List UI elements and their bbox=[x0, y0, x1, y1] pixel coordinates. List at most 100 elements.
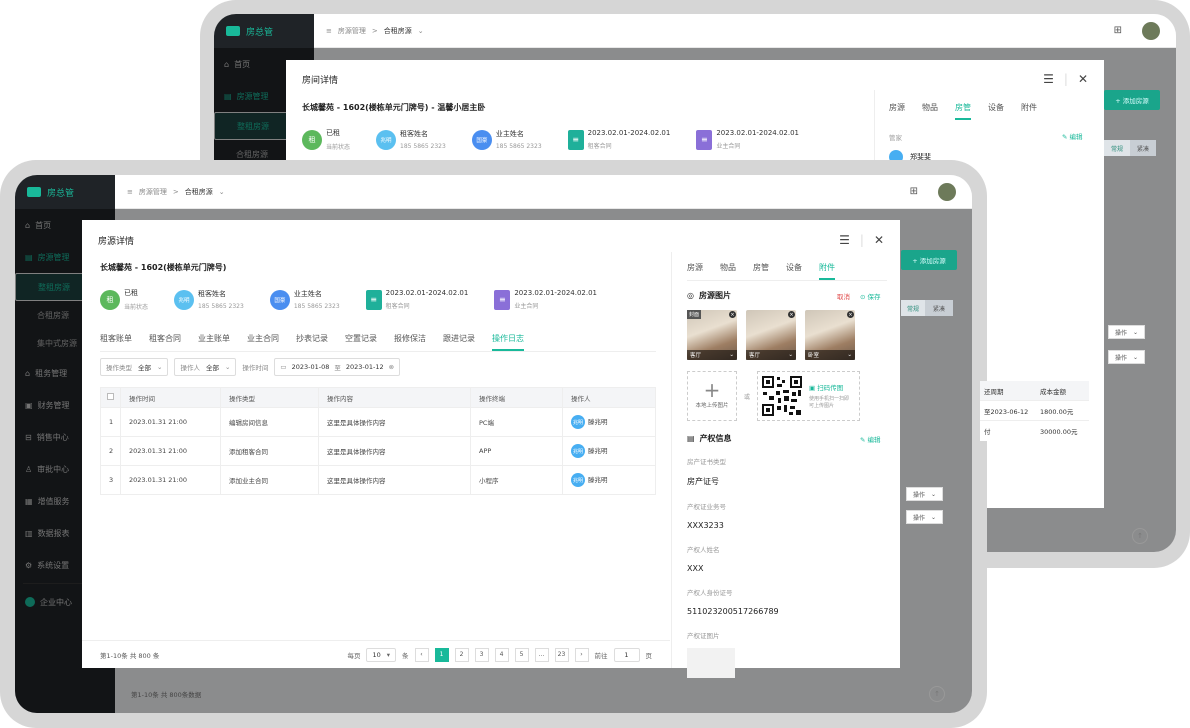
tab-devices[interactable]: 设备 bbox=[786, 262, 802, 280]
cell-time: 2023.01.31 21:00 bbox=[120, 436, 221, 466]
cell-type: 添加业主合同 bbox=[220, 465, 319, 495]
page-ellipsis[interactable]: ... bbox=[534, 647, 549, 662]
owner-contract-date: 2023.02.01-2024.02.01 bbox=[716, 129, 800, 137]
close-icon[interactable]: ✕ bbox=[874, 233, 884, 247]
page-button[interactable]: 1 bbox=[434, 647, 449, 662]
close-icon[interactable]: ✕ bbox=[1078, 72, 1088, 86]
tab-devices[interactable]: 设备 bbox=[988, 102, 1004, 120]
cell-terminal: APP bbox=[470, 436, 563, 466]
table-row[interactable]: 2 2023.01.31 21:00 添加租客合同 这里是具体操作内容 APP … bbox=[100, 436, 656, 466]
goto-page-input[interactable]: 1 bbox=[613, 647, 640, 662]
table-row[interactable]: 1 2023.01.31 21:00 编辑房间信息 这里是具体操作内容 PC端 … bbox=[100, 407, 656, 437]
breadcrumb-current[interactable]: 合租房源 bbox=[185, 187, 213, 197]
tab-followup[interactable]: 跟进记录 bbox=[443, 333, 475, 351]
page-button[interactable]: 4 bbox=[494, 647, 509, 662]
op-select[interactable]: 操作 ⌄ bbox=[906, 510, 944, 524]
cell-time: 2023.01.31 21:00 bbox=[120, 407, 221, 437]
tab-manager[interactable]: 房管 bbox=[955, 102, 971, 120]
room-photo[interactable]: 封面 × 客厅 ⌄ bbox=[687, 310, 737, 360]
tab-manager[interactable]: 房管 bbox=[753, 262, 769, 280]
table-row[interactable]: 3 2023.01.31 21:00 添加业主合同 这里是具体操作内容 小程序 … bbox=[100, 465, 656, 495]
tab-attachments[interactable]: 附件 bbox=[1021, 102, 1037, 120]
cell-operator: 兆明 滕兆明 bbox=[562, 436, 656, 466]
col-type: 操作类型 bbox=[220, 387, 319, 408]
back-chip-normal[interactable]: 常规 bbox=[1104, 140, 1130, 156]
manager-label: 管家 bbox=[889, 134, 902, 142]
status-label: 当前状态 bbox=[124, 304, 149, 311]
user-avatar[interactable] bbox=[938, 182, 956, 201]
back-chip-compact[interactable]: 紧凑 bbox=[1130, 140, 1156, 156]
op-type-select[interactable]: 操作类型 全部 ⌄ bbox=[100, 358, 169, 376]
page-button[interactable]: 2 bbox=[454, 647, 469, 662]
front-add-button[interactable]: + 添加房源 bbox=[901, 250, 957, 270]
rights-image-placeholder[interactable] bbox=[687, 648, 735, 678]
clear-icon[interactable]: ⊗ bbox=[389, 363, 394, 371]
list-icon[interactable]: ☰ bbox=[839, 233, 850, 247]
tab-vacancy-records[interactable]: 空置记录 bbox=[345, 333, 377, 351]
page-size-select[interactable]: 10 ▾ bbox=[366, 647, 396, 662]
back-add-button[interactable]: + 添加房源 bbox=[1104, 90, 1160, 110]
photo-caption[interactable]: 卧室 ⌄ bbox=[805, 350, 855, 360]
owner-phone: 185 5865 2323 bbox=[495, 143, 542, 150]
op-select[interactable]: 操作 ⌄ bbox=[1108, 350, 1146, 364]
qr-upload-box[interactable]: ▣ 扫码传图 使用手机扫一扫即可上传图片 bbox=[757, 371, 861, 421]
page-button[interactable]: 23 bbox=[554, 647, 569, 662]
page-button[interactable]: 3 bbox=[474, 647, 489, 662]
menu-icon[interactable]: ≡ bbox=[127, 188, 133, 196]
photo-caption[interactable]: 客厅 ⌄ bbox=[687, 350, 737, 360]
rights-edit[interactable]: ✎ 编辑 bbox=[860, 434, 881, 444]
chevron-down-icon: ⌄ bbox=[417, 26, 424, 35]
tab-repair-cleaning[interactable]: 报修保洁 bbox=[394, 333, 426, 351]
tab-meter-records[interactable]: 抄表记录 bbox=[296, 333, 328, 351]
manager-edit[interactable]: ✎ 编辑 bbox=[1062, 131, 1083, 141]
scan-desc: 使用手机扫一扫即可上传图片 bbox=[809, 395, 850, 410]
tab-owner-contracts[interactable]: 业主合同 bbox=[247, 333, 279, 351]
front-chip-normal[interactable]: 常规 bbox=[901, 300, 925, 316]
op-select[interactable]: 操作 ⌄ bbox=[906, 487, 944, 501]
photos-save[interactable]: ⊙ 保存 bbox=[860, 291, 881, 301]
breadcrumb-root[interactable]: 房源管理 bbox=[338, 26, 366, 36]
breadcrumb-current[interactable]: 合租房源 bbox=[384, 26, 412, 36]
date-range-picker[interactable]: ▭ 2023-01-08 至 2023-01-12 ⊗ bbox=[274, 358, 401, 376]
back-help-icon[interactable]: ↑ bbox=[1132, 528, 1148, 544]
room-photo[interactable]: × 客厅 ⌄ bbox=[746, 310, 796, 360]
contract-icon: ≡ bbox=[567, 129, 584, 150]
tab-housing[interactable]: 房源 bbox=[687, 262, 703, 280]
tab-housing[interactable]: 房源 bbox=[889, 102, 905, 120]
select-all-checkbox[interactable] bbox=[100, 387, 121, 408]
cell-content: 这里是具体操作内容 bbox=[318, 436, 471, 466]
prev-page-button[interactable]: ‹ bbox=[414, 647, 429, 662]
close-icon[interactable]: × bbox=[788, 311, 795, 318]
cell-period: 付 bbox=[984, 428, 991, 436]
operator-avatar: 兆明 bbox=[571, 415, 585, 429]
tab-operation-log[interactable]: 操作日志 bbox=[492, 333, 524, 351]
tab-tenant-bills[interactable]: 租客账单 bbox=[100, 333, 132, 351]
apps-icon[interactable]: ⊞ bbox=[910, 186, 918, 197]
room-photo[interactable]: × 卧室 ⌄ bbox=[805, 310, 855, 360]
breadcrumb-root[interactable]: 房源管理 bbox=[139, 187, 167, 197]
user-avatar[interactable] bbox=[1142, 21, 1160, 40]
list-icon[interactable]: ☰ bbox=[1043, 72, 1054, 86]
front-chip-compact[interactable]: 紧凑 bbox=[925, 300, 953, 316]
document-icon: ▤ bbox=[687, 434, 695, 443]
tab-tenant-contracts[interactable]: 租客合同 bbox=[149, 333, 181, 351]
tab-attachments[interactable]: 附件 bbox=[819, 262, 835, 280]
tab-items[interactable]: 物品 bbox=[922, 102, 938, 120]
op-select[interactable]: 操作 ⌄ bbox=[1108, 325, 1146, 339]
scroll-top-icon[interactable]: ↑ bbox=[929, 686, 945, 702]
front-modal-title: 房源详情 bbox=[98, 236, 135, 247]
cell-type: 添加租客合同 bbox=[220, 436, 319, 466]
close-icon[interactable]: × bbox=[729, 311, 736, 318]
menu-icon[interactable]: ≡ bbox=[326, 27, 332, 35]
photo-caption[interactable]: 客厅 ⌄ bbox=[746, 350, 796, 360]
tab-owner-bills[interactable]: 业主账单 bbox=[198, 333, 230, 351]
photos-cancel[interactable]: 取消 bbox=[837, 291, 850, 301]
apps-icon[interactable]: ⊞ bbox=[1114, 25, 1122, 36]
next-page-button[interactable]: › bbox=[574, 647, 589, 662]
page-button[interactable]: 5 bbox=[514, 647, 529, 662]
local-upload-button[interactable]: + 本地上传图片 bbox=[687, 371, 737, 421]
tab-items[interactable]: 物品 bbox=[720, 262, 736, 280]
status-label: 当前状态 bbox=[326, 144, 351, 151]
operator-select[interactable]: 操作人 全部 ⌄ bbox=[174, 358, 237, 376]
close-icon[interactable]: × bbox=[847, 311, 854, 318]
